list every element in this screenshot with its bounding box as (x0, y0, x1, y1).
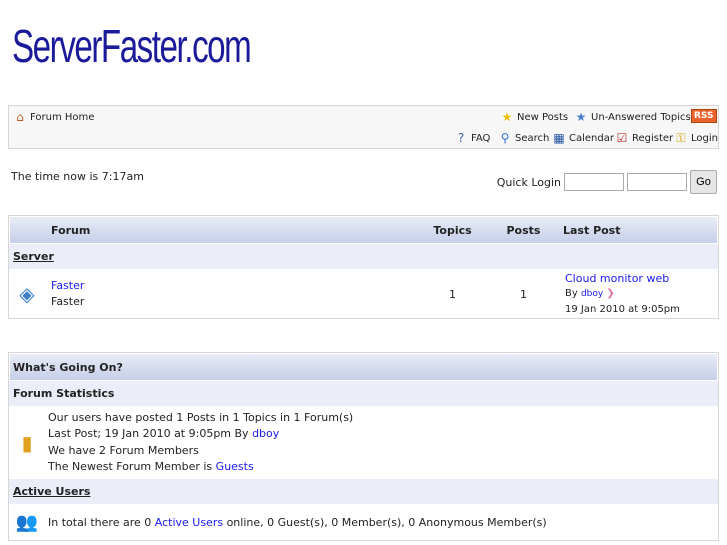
stats-posts: Our users have posted 1 Posts in 1 Topic… (48, 410, 354, 424)
stats-box: What's Going On? Forum Statistics ▮ Our … (8, 352, 719, 541)
faq-link[interactable]: ? FAQ (454, 131, 491, 145)
table-header: Forum Topics Posts Last Post (10, 217, 717, 243)
active-users-text: In total there are 0 Active Users online… (45, 516, 547, 529)
active-users-heading-link[interactable]: Active Users (13, 485, 90, 498)
search-label: Search (515, 132, 550, 144)
forum-home-link[interactable]: ⌂ Forum Home (13, 110, 94, 124)
username-input[interactable] (564, 173, 624, 191)
forum-table: Forum Topics Posts Last Post Server ◈ Fa… (8, 215, 719, 319)
newest-member-link[interactable]: Guests (216, 460, 254, 473)
rss-icon: RSS (691, 109, 717, 123)
stats-icon: ▮ (21, 430, 33, 455)
forum-statistics-heading: Forum Statistics (9, 381, 718, 406)
category-server-link[interactable]: Server (13, 250, 54, 263)
header-forum: Forum (51, 223, 91, 237)
header-last-post: Last Post (563, 223, 621, 237)
star-icon: ★ (501, 110, 513, 124)
stats-lines: Our users have posted 1 Posts in 1 Topic… (45, 410, 353, 476)
unanswered-label: Un-Answered Topics (591, 111, 691, 123)
last-post-cell: Cloud monitor web By dboy ❯ 19 Jan 2010 … (559, 271, 680, 317)
stats-newest-member: The Newest Forum Member is (48, 460, 213, 473)
forum-link[interactable]: Faster (51, 278, 417, 294)
key-icon: ⚿ (676, 131, 686, 145)
last-post-date: 19 Jan 2010 at 9:05pm (565, 304, 680, 315)
stats-last-post-user-link[interactable]: dboy (252, 427, 279, 440)
site-logo[interactable]: ServerFaster.com (12, 16, 252, 76)
go-to-post-icon[interactable]: ❯ (606, 288, 614, 299)
stats-members: We have 2 Forum Members (48, 443, 199, 457)
statistics-row: ▮ Our users have posted 1 Posts in 1 Top… (9, 406, 718, 479)
login-label: Login (691, 132, 718, 144)
unanswered-topics-link[interactable]: ★ Un-Answered Topics (574, 110, 691, 124)
star-outline-icon: ★ (575, 110, 587, 124)
clipboard-icon: ☑ (616, 131, 628, 145)
forum-home-label: Forum Home (30, 111, 95, 123)
rss-link[interactable]: RSS (691, 109, 717, 123)
active-users-link[interactable]: Active Users (155, 516, 223, 529)
stats-last-post: Last Post; 19 Jan 2010 at 9:05pm By (48, 427, 249, 440)
topics-count: 1 (449, 287, 456, 301)
search-link[interactable]: ⚲ Search (498, 131, 550, 145)
active-suffix: online, 0 Guest(s), 0 Member(s), 0 Anony… (226, 515, 547, 529)
register-label: Register (632, 132, 674, 144)
forum-cell: Faster Faster (45, 278, 417, 310)
current-time: The time now is 7:17am (11, 170, 144, 183)
posts-count: 1 (520, 287, 527, 301)
search-icon: ⚲ (500, 131, 510, 145)
new-posts-link[interactable]: ★ New Posts (500, 110, 569, 124)
quick-login: Quick Login Go (497, 170, 717, 194)
users-icon: 👥 (15, 511, 39, 533)
last-post-link[interactable]: Cloud monitor web (565, 271, 680, 286)
calendar-icon: ▦ (553, 131, 565, 145)
register-link[interactable]: ☑ Register (615, 131, 674, 145)
home-icon: ⌂ (16, 110, 24, 124)
active-prefix: In total there are 0 (48, 515, 152, 529)
calendar-label: Calendar (569, 132, 614, 144)
forum-description: Faster (51, 295, 85, 308)
new-posts-label: New Posts (517, 111, 569, 123)
quick-login-label: Quick Login (496, 175, 561, 189)
password-input[interactable] (627, 173, 687, 191)
by-label: By (565, 288, 578, 299)
table-row: ◈ Faster Faster 1 1 Cloud monitor web By… (9, 269, 718, 319)
header-topics: Topics (433, 223, 472, 237)
category-row[interactable]: Server (9, 244, 718, 269)
last-post-user-link[interactable]: dboy (581, 289, 603, 299)
active-users-heading[interactable]: Active Users (9, 479, 718, 504)
stats-title: What's Going On? (10, 354, 717, 380)
calendar-link[interactable]: ▦ Calendar (552, 131, 614, 145)
active-users-row: 👥 In total there are 0 Active Users onli… (9, 504, 718, 540)
help-icon: ? (457, 131, 465, 145)
go-button[interactable]: Go (690, 170, 717, 194)
nav-bar: ⌂ Forum Home ★ New Posts ★ Un-Answered Topi… (8, 105, 719, 149)
faq-label: FAQ (471, 132, 491, 144)
forum-icon: ◈ (19, 282, 35, 306)
login-link[interactable]: ⚿ Login (674, 131, 718, 145)
header-posts: Posts (506, 223, 541, 237)
